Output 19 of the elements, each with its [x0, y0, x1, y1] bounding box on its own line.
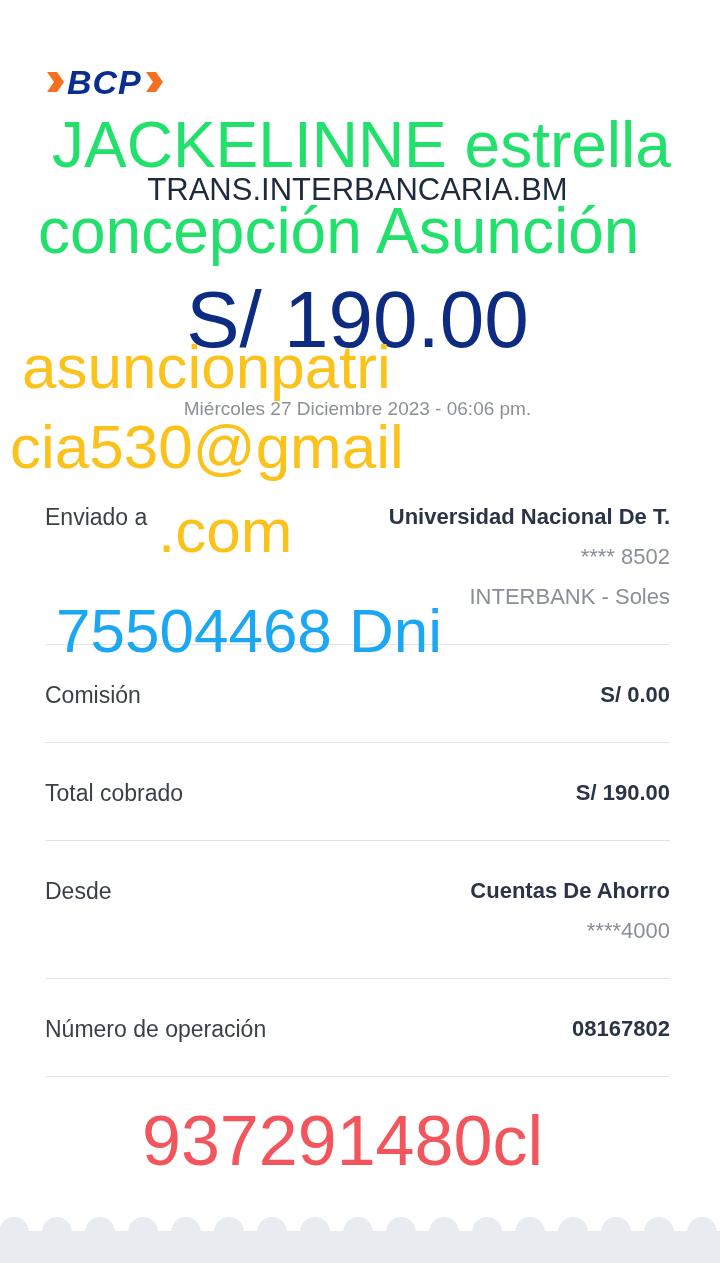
detail-value: S/ 190.00: [575, 779, 670, 807]
handwritten-note: 75504468 Dni: [56, 596, 443, 666]
logo-text: BCP: [67, 66, 142, 98]
detail-label: Total cobrado: [45, 779, 184, 808]
chevron-icon: [45, 70, 65, 94]
detail-label: Desde: [45, 877, 112, 906]
detail-label: Comisión: [45, 681, 141, 710]
chevron-icon: [143, 70, 164, 94]
detail-label: Enviado a: [45, 503, 148, 532]
handwritten-note: .com: [158, 496, 293, 566]
detail-subvalue: **** 8502: [580, 543, 670, 571]
detail-value: 08167802: [572, 1015, 670, 1043]
detail-value: S/ 0.00: [600, 681, 670, 709]
detail-value: Universidad Nacional De T.: [388, 503, 670, 531]
detail-subvalue: ****4000: [586, 917, 670, 945]
detail-value: Cuentas De Ahorro: [470, 877, 670, 905]
detail-subvalue: INTERBANK - Soles: [469, 583, 670, 611]
handwritten-note: 937291480cl: [142, 1106, 543, 1176]
detail-label: Número de operación: [45, 1015, 267, 1044]
